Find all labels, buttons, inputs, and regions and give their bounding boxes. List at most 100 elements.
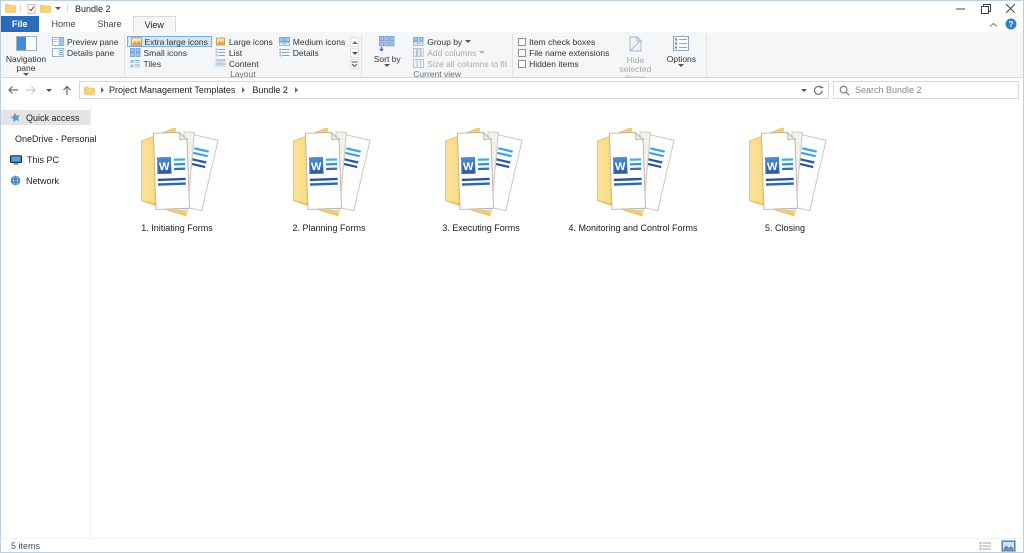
divider [20,4,21,13]
explorer-app-icon [5,3,16,15]
hide-selected-items-button[interactable]: Hide selected items [612,34,658,83]
address-folder-icon [84,86,95,95]
tab-file[interactable]: File [1,16,39,32]
items-count: 5 items [11,541,40,551]
sort-by-button[interactable]: Sort by [364,34,410,67]
refresh-icon[interactable] [813,85,824,96]
layout-item-label: Large icons [229,37,273,47]
layout-large-icons-button[interactable]: Large icons [212,36,276,47]
minimize-button[interactable] [948,1,973,16]
size-all-columns-button[interactable]: Size all columns to fit [410,58,510,69]
hidden-items-label: Hidden items [529,59,579,69]
layout-small-icons-button[interactable]: Small icons [127,47,212,58]
folder-item[interactable]: W 1. Initiating Forms [101,116,253,233]
tab-share[interactable]: Share [87,16,133,32]
hidden-items-checkbox[interactable]: Hidden items [515,58,612,69]
quick-access-star-icon [10,112,21,123]
sidebar-item-network[interactable]: Network [1,173,90,188]
ribbon-view: Navigation pane Preview pane Details pan… [1,32,1023,78]
thumbnail-view-toggle-icon[interactable] [1002,541,1015,551]
qat-new-folder-button[interactable] [38,2,53,16]
folder-word-documents-icon: W [125,116,229,222]
breadcrumb-segment[interactable]: Project Management Templates [106,84,238,96]
layout-list-button[interactable]: List [212,47,276,58]
search-input[interactable] [855,85,1013,95]
recent-locations-chevron-icon[interactable] [41,81,57,99]
small-icons-icon [130,48,141,57]
add-columns-icon [413,48,424,57]
content-icon [215,59,226,68]
sort-by-label: Sort by [374,55,401,64]
folder-item[interactable]: W 5. Closing [709,116,861,233]
qat-properties-button[interactable] [25,2,38,16]
divider [67,4,68,13]
folder-label: 2. Planning Forms [292,223,365,233]
group-by-button[interactable]: Group by [410,36,510,47]
forward-button[interactable] [23,81,39,99]
details-view-toggle-icon[interactable] [979,541,992,551]
breadcrumb-chevron-icon [101,87,104,93]
folder-item[interactable]: W 4. Monitoring and Control Forms [557,116,709,233]
folder-label: 1. Initiating Forms [141,223,213,233]
gallery-more-button[interactable] [350,59,359,69]
layout-content-button[interactable]: Content [212,58,276,69]
qat-customize-chevron-icon[interactable] [53,2,63,16]
layout-item-label: Tiles [144,59,162,69]
sidebar-item-onedrive[interactable]: OneDrive - Personal [1,131,90,146]
ribbon-group-layout: Extra large icons Small icons Tiles Larg… [125,34,363,77]
close-button[interactable] [998,1,1023,16]
navigation-pane-label: Navigation pane [3,55,49,73]
search-icon [839,85,850,96]
dropdown-chevron-icon [479,51,485,54]
layout-details-button[interactable]: Details [276,47,348,58]
add-columns-label: Add columns [427,48,476,58]
maximize-restore-button[interactable] [973,1,998,16]
tab-view[interactable]: View [133,16,176,32]
sidebar-item-quick-access[interactable]: Quick access [1,110,90,125]
details-pane-button[interactable]: Details pane [49,47,122,58]
sidebar-item-this-pc[interactable]: This PC [1,152,90,167]
gallery-scroll-up-button[interactable] [350,37,359,47]
layout-extra-large-icons-button[interactable]: Extra large icons [127,36,212,47]
item-check-boxes-label: Item check boxes [529,37,595,47]
options-label: Options [667,55,696,64]
navigation-pane-button[interactable]: Navigation pane [3,34,49,76]
svg-text:W: W [615,161,626,173]
folder-word-documents-icon: W [277,116,381,222]
breadcrumb-chevron-icon [242,87,245,93]
add-columns-button[interactable]: Add columns [410,47,510,58]
list-icon [215,48,226,57]
checkbox-icon [518,60,526,68]
ribbon-group-panes: Navigation pane Preview pane Details pan… [1,34,125,77]
folder-item[interactable]: W 2. Planning Forms [253,116,405,233]
back-button[interactable] [5,81,21,99]
item-check-boxes-checkbox[interactable]: Item check boxes [515,36,612,47]
tab-home[interactable]: Home [41,16,87,32]
details-icon [279,48,290,57]
details-pane-label: Details pane [67,48,114,58]
address-dropdown-chevron-icon[interactable] [801,89,807,92]
svg-text:W: W [159,161,170,173]
layout-item-label: Medium icons [293,37,345,47]
layout-tiles-button[interactable]: Tiles [127,58,212,69]
up-button[interactable] [59,81,75,99]
group-by-icon [413,37,424,46]
layout-item-label: Details [293,48,319,58]
gallery-scroll-down-button[interactable] [350,48,359,58]
help-icon[interactable]: ? [1005,18,1017,32]
folder-item[interactable]: W 3. Executing Forms [405,116,557,233]
breadcrumb-chevron-icon [295,87,298,93]
options-button[interactable]: Options [658,34,704,67]
svg-text:?: ? [1009,20,1014,29]
address-box[interactable]: Project Management Templates Bundle 2 [79,81,829,99]
preview-pane-button[interactable]: Preview pane [49,36,122,47]
ribbon-collapse-icon[interactable] [989,20,998,30]
ribbon-tabs: File Home Share View ? [1,16,1023,32]
ribbon-group-show-hide: Item check boxes File name extensions Hi… [513,34,707,77]
status-bar: 5 items [1,538,1023,552]
file-name-extensions-checkbox[interactable]: File name extensions [515,47,612,58]
window-controls [948,1,1023,16]
layout-medium-icons-button[interactable]: Medium icons [276,36,348,47]
breadcrumb-segment[interactable]: Bundle 2 [249,84,291,96]
layout-item-label: Content [229,59,259,69]
